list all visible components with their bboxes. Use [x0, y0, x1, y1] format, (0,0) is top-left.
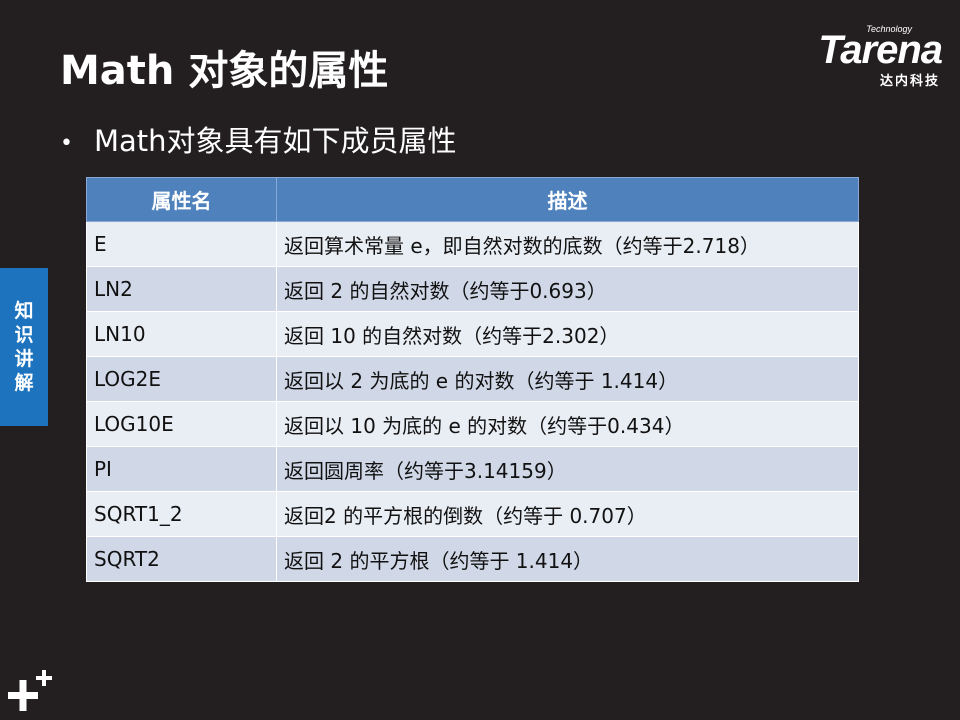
property-description: 返回 2 的自然对数（约等于0.693） [276, 266, 859, 312]
plus-decoration-icon [8, 670, 52, 711]
column-header-name: 属性名 [86, 177, 277, 222]
side-tab-char: 解 [14, 372, 34, 394]
side-tab-char: 知 [14, 300, 34, 322]
property-description: 返回 10 的自然对数（约等于2.302） [276, 311, 859, 357]
table-row: E 返回算术常量 e，即自然对数的底数（约等于2.718） [86, 221, 859, 267]
slide-title: Math 对象的属性 [60, 48, 389, 94]
property-name: LN2 [86, 266, 277, 312]
logo-brand: Tarena [818, 28, 943, 72]
math-properties-table: 属性名 描述 E 返回算术常量 e，即自然对数的底数（约等于2.718） LN2… [86, 177, 859, 582]
table-row: SQRT1_2 返回2 的平方根的倒数（约等于 0.707） [86, 491, 859, 537]
bullet-point: • Math对象具有如下成员属性 [60, 118, 457, 160]
property-description: 返回2 的平方根的倒数（约等于 0.707） [276, 491, 859, 537]
property-description: 返回以 2 为底的 e 的对数（约等于 1.414） [276, 356, 859, 402]
property-name: SQRT2 [86, 536, 277, 582]
property-description: 返回算术常量 e，即自然对数的底数（约等于2.718） [276, 221, 859, 267]
property-name: PI [86, 446, 277, 492]
table-row: LN2 返回 2 的自然对数（约等于0.693） [86, 266, 859, 312]
bullet-icon: • [60, 130, 73, 156]
property-name: SQRT1_2 [86, 491, 277, 537]
logo-chinese-name: 达内科技 [879, 74, 940, 89]
side-tab-char: 讲 [14, 348, 34, 370]
property-description: 返回 2 的平方根（约等于 1.414） [276, 536, 859, 582]
table-header-row: 属性名 描述 [86, 177, 859, 222]
property-name: LOG10E [86, 401, 277, 447]
side-tab-char: 识 [14, 324, 34, 346]
column-header-description: 描述 [276, 177, 859, 222]
property-name: LOG2E [86, 356, 277, 402]
table-row: PI 返回圆周率（约等于3.14159） [86, 446, 859, 492]
property-description: 返回圆周率（约等于3.14159） [276, 446, 859, 492]
side-tab-knowledge[interactable]: 知 识 讲 解 [0, 268, 48, 426]
table-row: LOG10E 返回以 10 为底的 e 的对数（约等于0.434） [86, 401, 859, 447]
property-name: E [86, 221, 277, 267]
table-row: SQRT2 返回 2 的平方根（约等于 1.414） [86, 536, 859, 582]
property-name: LN10 [86, 311, 277, 357]
table-row: LOG2E 返回以 2 为底的 e 的对数（约等于 1.414） [86, 356, 859, 402]
bullet-text: Math对象具有如下成员属性 [94, 124, 457, 158]
property-description: 返回以 10 为底的 e 的对数（约等于0.434） [276, 401, 859, 447]
tarena-logo: Technology Tarena 达内科技 [772, 24, 943, 89]
table-row: LN10 返回 10 的自然对数（约等于2.302） [86, 311, 859, 357]
